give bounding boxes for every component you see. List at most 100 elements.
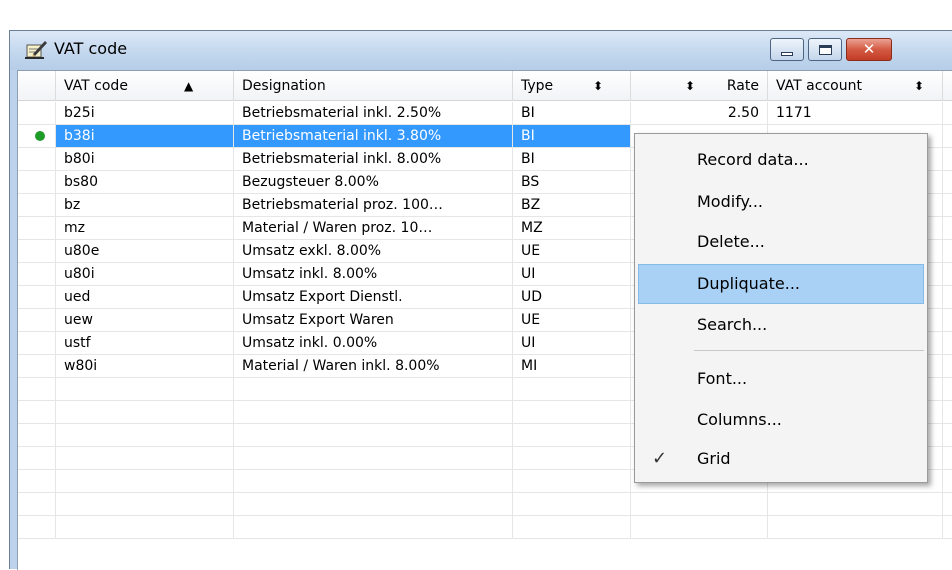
empty-cell (56, 378, 234, 400)
empty-cell (18, 378, 56, 400)
empty-cell (513, 470, 631, 492)
row-indicator (18, 194, 56, 216)
empty-table-row (18, 493, 952, 516)
cell-code: b25i (56, 102, 234, 124)
cell-code: u80e (56, 240, 234, 262)
cell-designation: Umsatz inkl. 8.00% (234, 263, 513, 285)
row-indicator (18, 171, 56, 193)
checkmark-icon: ✓ (652, 448, 668, 469)
cell-code: ued (56, 286, 234, 308)
cell-designation: Betriebsmaterial inkl. 8.00% (234, 148, 513, 170)
empty-cell (56, 401, 234, 423)
cell-designation: Umsatz Export Waren (234, 309, 513, 331)
cell-type: BZ (513, 194, 631, 216)
cell-code: bs80 (56, 171, 234, 193)
empty-cell (234, 424, 513, 446)
empty-cell (234, 516, 513, 538)
cell-type: MI (513, 355, 631, 377)
menu-item-label: Columns... (697, 410, 782, 429)
row-indicator (18, 309, 56, 331)
cell-designation: Bezugsteuer 8.00% (234, 171, 513, 193)
menu-item-label: Modify... (697, 192, 763, 211)
empty-cell (768, 516, 943, 538)
empty-cell (513, 493, 631, 515)
column-header-designation[interactable]: Designation (234, 71, 513, 101)
sort-ascending-icon: ▲ (184, 79, 194, 93)
minimize-button[interactable] (770, 38, 804, 61)
cell-designation: Betriebsmaterial inkl. 2.50% (234, 102, 513, 124)
row-indicator (18, 240, 56, 262)
empty-cell (513, 401, 631, 423)
column-header-rate[interactable]: ⬍ Rate (631, 71, 768, 101)
empty-cell (768, 493, 943, 515)
context-menu: Record data... Modify... Delete... Dupliqua… (634, 133, 928, 483)
table-row[interactable]: b25i Betriebsmaterial inkl. 2.50% BI 2.50 11… (18, 102, 952, 125)
empty-cell (513, 447, 631, 469)
cell-designation: Umsatz Export Dienstl. (234, 286, 513, 308)
menu-separator (694, 350, 924, 351)
empty-cell (56, 470, 234, 492)
empty-cell (513, 516, 631, 538)
title-bar[interactable]: VAT code ✕ (10, 31, 952, 70)
vat-document-pencil-icon (25, 41, 47, 59)
empty-cell (234, 493, 513, 515)
cell-type: UE (513, 309, 631, 331)
cell-type: UE (513, 240, 631, 262)
column-header-type[interactable]: Type ⬍ (513, 71, 631, 101)
menu-item-label: Record data... (697, 150, 809, 169)
sort-toggle-icon: ⬍ (593, 79, 604, 93)
cell-type: UI (513, 332, 631, 354)
row-indicator (18, 148, 56, 170)
cell-code: uew (56, 309, 234, 331)
menu-item-delete[interactable]: Delete... (638, 222, 924, 262)
cell-code: bz (56, 194, 234, 216)
menu-item-dupliquate[interactable]: Dupliquate... (638, 264, 924, 304)
menu-item-record-data[interactable]: Record data... (638, 140, 924, 180)
empty-cell (18, 493, 56, 515)
empty-cell (56, 516, 234, 538)
empty-cell (631, 516, 768, 538)
sort-toggle-icon: ⬍ (914, 79, 925, 93)
close-button[interactable]: ✕ (846, 38, 892, 61)
cell-type: BI (513, 102, 631, 124)
empty-cell (18, 401, 56, 423)
cell-type: UD (513, 286, 631, 308)
cell-designation: Material / Waren proz. 10… (234, 217, 513, 239)
cell-type: BS (513, 171, 631, 193)
empty-cell (18, 447, 56, 469)
close-icon: ✕ (862, 40, 876, 58)
menu-item-columns[interactable]: Columns... (638, 400, 924, 440)
empty-cell (56, 424, 234, 446)
minimize-icon (781, 51, 793, 56)
cell-type: BI (513, 125, 631, 147)
table-header: VAT code ▲ Designation Type ⬍ ⬍ Rate VAT… (18, 71, 952, 101)
cell-designation: Material / Waren inkl. 8.00% (234, 355, 513, 377)
menu-item-modify[interactable]: Modify... (638, 182, 924, 222)
window-title: VAT code (54, 39, 128, 58)
empty-cell (56, 447, 234, 469)
row-indicator-header (18, 71, 56, 101)
empty-cell (18, 516, 56, 538)
row-indicator (18, 263, 56, 285)
empty-cell (234, 470, 513, 492)
cell-code: ustf (56, 332, 234, 354)
cell-code: b38i (56, 125, 234, 147)
row-indicator (18, 355, 56, 377)
column-header-vat-code[interactable]: VAT code ▲ (56, 71, 234, 101)
empty-cell (631, 493, 768, 515)
menu-item-grid[interactable]: ✓ Grid (638, 439, 924, 479)
cell-type: UI (513, 263, 631, 285)
cell-designation: Betriebsmaterial inkl. 3.80% (234, 125, 513, 147)
menu-item-search[interactable]: Search... (638, 305, 924, 345)
maximize-icon (818, 44, 832, 55)
menu-item-font[interactable]: Font... (638, 359, 924, 399)
column-header-vat-account[interactable]: VAT account ⬍ (768, 71, 943, 101)
cell-code: b80i (56, 148, 234, 170)
empty-cell (234, 447, 513, 469)
cell-designation: Betriebsmaterial proz. 100… (234, 194, 513, 216)
menu-item-label: Grid (697, 449, 731, 468)
cell-designation: Umsatz inkl. 0.00% (234, 332, 513, 354)
header-filler (943, 71, 952, 101)
cell-type: BI (513, 148, 631, 170)
maximize-button[interactable] (808, 38, 842, 61)
